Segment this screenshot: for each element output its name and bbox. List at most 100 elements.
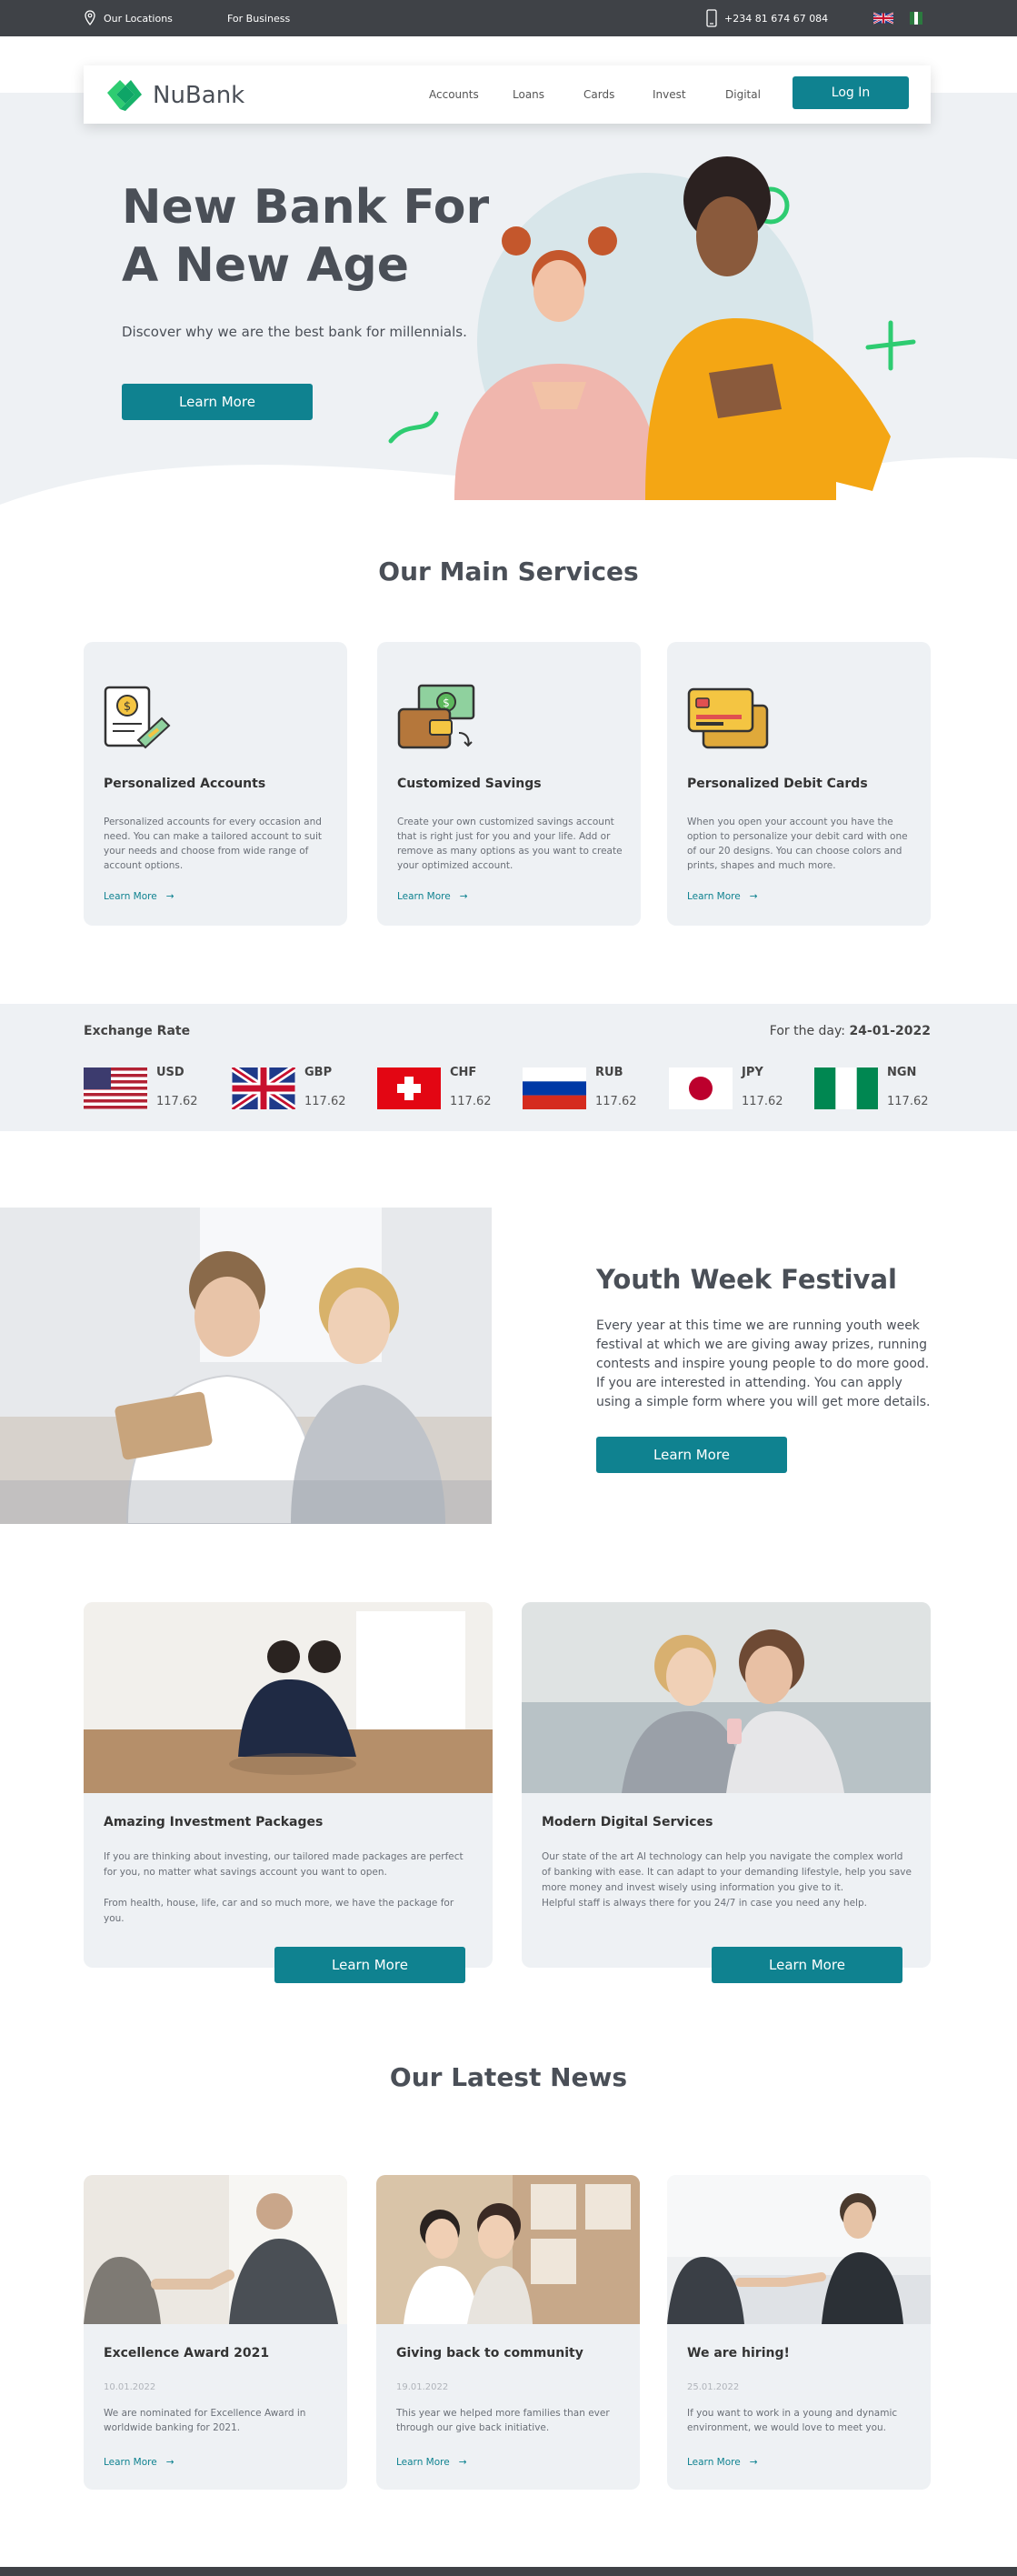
- svg-text:$: $: [124, 700, 131, 714]
- location-pin-icon: [85, 10, 95, 26]
- currency-code: GBP: [304, 1066, 333, 1079]
- service-description: Personalized accounts for every occasion…: [104, 817, 323, 871]
- handshake-photo: [84, 2175, 347, 2324]
- news-date: 10.01.2022: [104, 2382, 156, 2392]
- business-label: For Business: [227, 12, 291, 25]
- youth-week-title: Youth Week Festival: [596, 1264, 897, 1295]
- svg-text:$: $: [443, 697, 450, 709]
- arrow-right-icon: →: [165, 2457, 174, 2468]
- main-navbar: NuBank Accounts Loans Cards Invest Digit…: [84, 65, 931, 124]
- currency-rate: 117.62: [742, 1095, 783, 1108]
- news-text: We are nominated for Excellence Award in…: [104, 2408, 306, 2433]
- currency-code: JPY: [742, 1066, 763, 1079]
- date-label: For the day:: [769, 1024, 845, 1038]
- arrow-right-icon: →: [749, 891, 758, 902]
- usa-flag-icon: [84, 1067, 147, 1109]
- investment-couple-photo: [84, 1602, 493, 1793]
- phone-link[interactable]: +234 81 674 67 084: [706, 0, 828, 36]
- news-learn-more-link[interactable]: Learn More →: [396, 2457, 467, 2468]
- services-title: Our Main Services: [378, 556, 639, 586]
- nav-invest[interactable]: Invest: [653, 88, 686, 101]
- currency-rate: 117.62: [595, 1095, 637, 1108]
- hero-learn-more-button[interactable]: Learn More: [122, 384, 313, 420]
- service-title: Personalized Debit Cards: [687, 777, 868, 791]
- fx-item-jpy: JPY 117.62: [669, 1064, 805, 1109]
- package-text-1: If you are thinking about investing, our…: [104, 1851, 464, 1878]
- phone-icon: [706, 9, 717, 27]
- uk-flag-icon: [873, 12, 893, 25]
- investment-learn-more-button[interactable]: Learn More: [274, 1947, 465, 1983]
- news-learn-more-link[interactable]: Learn More →: [687, 2457, 758, 2468]
- phone-number: +234 81 674 67 084: [724, 12, 829, 25]
- learn-more-label: Learn More: [687, 2457, 741, 2468]
- service-title: Personalized Accounts: [104, 777, 266, 791]
- youth-week-learn-more-button[interactable]: Learn More: [596, 1437, 787, 1473]
- footer-strip: [0, 2567, 1017, 2576]
- japan-flag-icon: [669, 1067, 733, 1109]
- exchange-rate-band: Exchange Rate For the day: 24-01-2022 US…: [0, 1004, 1017, 1131]
- package-description: If you are thinking about investing, our…: [104, 1849, 476, 1927]
- fx-item-chf: CHF 117.62: [377, 1064, 513, 1109]
- package-card-digital: Modern Digital Services Our state of the…: [522, 1602, 931, 1968]
- service-description: Create your own customized savings accou…: [397, 817, 623, 871]
- nav-digital[interactable]: Digital: [725, 88, 761, 101]
- arrow-right-icon: →: [458, 2457, 467, 2468]
- family-photo: [376, 2175, 640, 2324]
- currency-code: RUB: [595, 1066, 623, 1079]
- learn-more-label: Learn More: [396, 2457, 450, 2468]
- currency-code: NGN: [887, 1066, 917, 1079]
- package-description: Our state of the art AI technology can h…: [542, 1849, 914, 1911]
- brand-name: NuBank: [153, 82, 245, 109]
- news-title: Excellence Award 2021: [104, 2346, 270, 2360]
- uk-flag-icon: [232, 1067, 295, 1109]
- fx-item-gbp: GBP 117.62: [232, 1064, 368, 1109]
- language-ng[interactable]: [910, 0, 922, 36]
- service-card-accounts: $ Personalized Accounts Personalized acc…: [84, 642, 347, 926]
- service-learn-more-link[interactable]: Learn More →: [687, 891, 758, 902]
- fx-item-rub: RUB 117.62: [523, 1064, 659, 1109]
- locations-link[interactable]: Our Locations: [84, 0, 173, 36]
- fx-item-ngn: NGN 117.62: [814, 1064, 951, 1109]
- currency-rate: 117.62: [156, 1095, 198, 1108]
- news-title: Giving back to community: [396, 2346, 583, 2360]
- service-card-cards: Personalized Debit Cards When you open y…: [667, 642, 931, 926]
- digital-learn-more-button[interactable]: Learn More: [712, 1947, 902, 1983]
- service-learn-more-link[interactable]: Learn More →: [104, 891, 174, 902]
- nav-cards[interactable]: Cards: [583, 88, 614, 101]
- arrow-right-icon: →: [165, 891, 174, 902]
- business-link[interactable]: For Business: [227, 0, 290, 36]
- nav-accounts[interactable]: Accounts: [429, 88, 479, 101]
- hero-people-illustration: [388, 156, 916, 500]
- nigeria-flag-icon: [910, 12, 922, 25]
- news-text: This year we helped more families than e…: [396, 2408, 610, 2433]
- news-learn-more-link[interactable]: Learn More →: [104, 2457, 174, 2468]
- login-button[interactable]: Log In: [793, 76, 909, 109]
- service-title: Customized Savings: [397, 777, 542, 791]
- digital-services-photo: [522, 1602, 931, 1793]
- currency-rate: 117.62: [887, 1095, 929, 1108]
- news-card-hiring: We are hiring! 25.01.2022 If you want to…: [667, 2175, 931, 2490]
- swiss-flag-icon: [377, 1067, 441, 1109]
- top-bar: Our Locations For Business +234 81 674 6…: [0, 0, 1017, 36]
- date-value: 24-01-2022: [849, 1024, 931, 1038]
- package-title: Modern Digital Services: [542, 1815, 713, 1829]
- arrow-right-icon: →: [749, 2457, 758, 2468]
- learn-more-label: Learn More: [104, 2457, 157, 2468]
- currency-code: CHF: [450, 1066, 477, 1079]
- brand-logo[interactable]: NuBank: [104, 78, 244, 113]
- language-uk[interactable]: [873, 0, 893, 36]
- office-meeting-photo: [667, 2175, 931, 2324]
- news-card-community: Giving back to community 19.01.2022 This…: [376, 2175, 640, 2490]
- news-text: If you want to work in a young and dynam…: [687, 2408, 898, 2433]
- nigeria-flag-icon: [814, 1067, 878, 1109]
- nav-loans[interactable]: Loans: [513, 88, 544, 101]
- nubank-logo-icon: [107, 80, 142, 111]
- arrow-right-icon: →: [459, 891, 468, 902]
- package-text-2: From health, house, life, car and so muc…: [104, 1898, 454, 1924]
- news-date: 19.01.2022: [396, 2382, 449, 2392]
- learn-more-label: Learn More: [687, 891, 741, 902]
- service-learn-more-link[interactable]: Learn More →: [397, 891, 468, 902]
- news-card-award: Excellence Award 2021 10.01.2022 We are …: [84, 2175, 347, 2490]
- package-text-2: Helpful staff is always there for you 24…: [542, 1898, 867, 1909]
- fx-item-usd: USD 117.62: [84, 1064, 220, 1109]
